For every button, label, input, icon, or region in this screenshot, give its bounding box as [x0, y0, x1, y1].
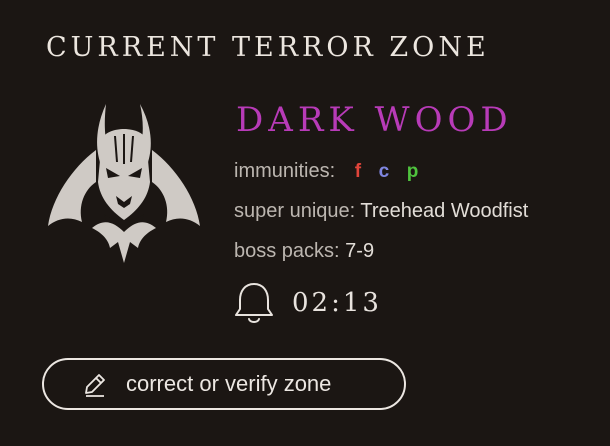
immunities-row: immunities: f c p — [234, 160, 418, 183]
countdown-timer: 02:13 — [292, 288, 382, 318]
bell-icon[interactable] — [234, 281, 274, 325]
terror-zone-card: CURRENT TERROR ZONE DARK WOOD immunities… — [0, 0, 610, 446]
poison-immunity-badge: p — [406, 161, 419, 182]
boss-packs-value: 7-9 — [345, 240, 375, 262]
card-title: CURRENT TERROR ZONE — [46, 32, 490, 63]
fire-immunity-badge: f — [354, 161, 362, 182]
immunities-label: immunities: — [234, 160, 336, 182]
pencil-icon — [85, 374, 105, 397]
timer-row: 02:13 — [234, 280, 382, 326]
verify-zone-button[interactable]: correct or verify zone — [42, 358, 406, 410]
verify-zone-label: correct or verify zone — [126, 371, 332, 396]
demon-head-icon — [48, 104, 200, 263]
cold-immunity-badge: c — [378, 161, 390, 182]
zone-name: DARK WOOD — [236, 100, 513, 140]
boss-packs-row: boss packs: 7-9 — [234, 240, 374, 263]
super-unique-value: Treehead Woodfist — [360, 200, 529, 222]
super-unique-label: super unique: — [234, 200, 356, 222]
super-unique-row: super unique: Treehead Woodfist — [234, 200, 528, 223]
boss-packs-label: boss packs: — [234, 240, 340, 262]
